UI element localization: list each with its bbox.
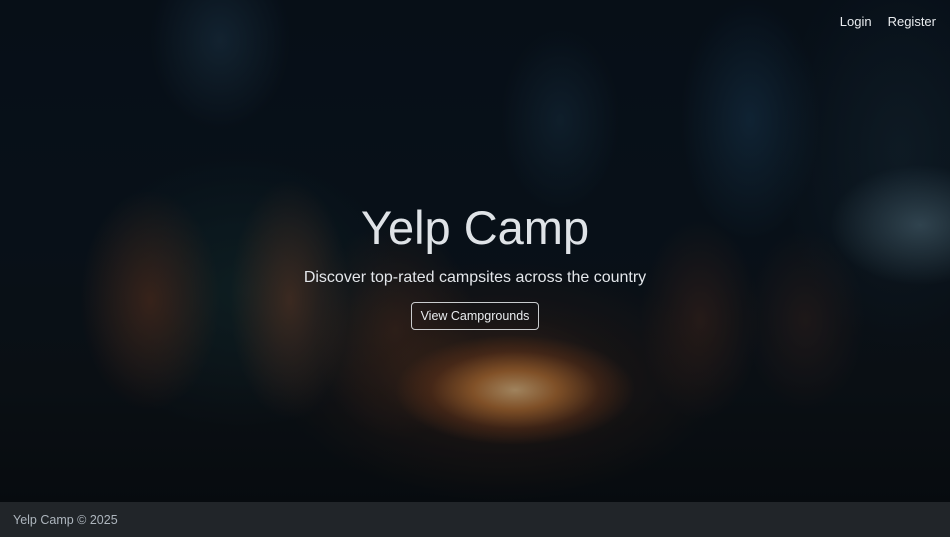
landing-page: Login Register Yelp Camp Discover top-ra… — [0, 0, 950, 537]
top-nav: Login Register — [840, 14, 936, 30]
hero-content: Yelp Camp Discover top-rated campsites a… — [0, 200, 950, 330]
view-campgrounds-button[interactable]: View Campgrounds — [410, 302, 540, 330]
login-link[interactable]: Login — [840, 14, 872, 30]
hero-title: Yelp Camp — [360, 201, 590, 254]
hero-subtitle: Discover top-rated campsites across the … — [303, 269, 647, 286]
register-link[interactable]: Register — [888, 14, 936, 30]
footer: Yelp Camp © 2025 — [0, 502, 950, 537]
footer-copyright: Yelp Camp © 2025 — [13, 513, 118, 527]
